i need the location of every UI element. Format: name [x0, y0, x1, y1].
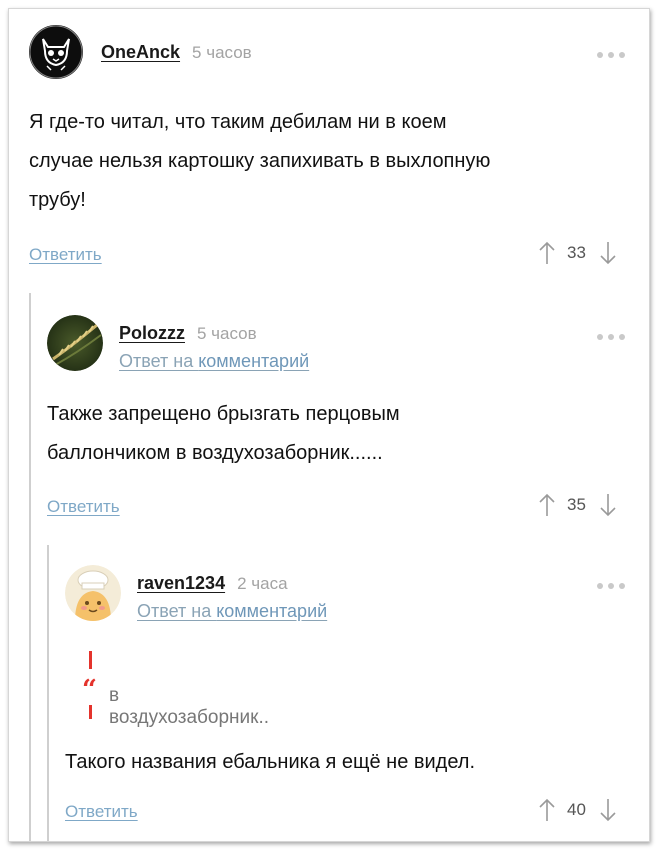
- comment-line: трубу!: [29, 189, 86, 211]
- reply-button[interactable]: Ответить: [29, 245, 102, 265]
- avatar-polozzz[interactable]: [47, 315, 103, 371]
- username[interactable]: raven1234: [137, 573, 225, 594]
- avatar-raven1234[interactable]: [65, 565, 121, 621]
- comment-text: Также запрещено брызгать перцовым баллон…: [47, 395, 400, 473]
- reply-to-target[interactable]: комментарий: [216, 601, 327, 621]
- more-options-icon[interactable]: [597, 334, 625, 340]
- comment-line: Также запрещено брызгать перцовым: [47, 403, 400, 425]
- reply-to-link[interactable]: Ответ на комментарий: [119, 351, 309, 372]
- chef-cartoon-icon: [65, 565, 121, 621]
- reply-button[interactable]: Ответить: [47, 497, 120, 517]
- downvote-arrow-icon[interactable]: [600, 798, 616, 822]
- comment-text: Я где-то читал, что таким дебилам ни в к…: [29, 103, 490, 220]
- reply-to-prefix: Ответ на: [119, 351, 199, 371]
- more-options-icon[interactable]: [597, 52, 625, 58]
- comment-line: Такого названия ебальника я ещё не видел…: [65, 751, 476, 773]
- upvote-arrow-icon[interactable]: [539, 241, 555, 265]
- timestamp: 5 часов: [197, 323, 257, 343]
- comment-line: Я где-то читал, что таким дебилам ни в к…: [29, 111, 447, 133]
- more-options-icon[interactable]: [597, 583, 625, 589]
- upvote-arrow-icon[interactable]: [539, 493, 555, 517]
- comments-panel: OneAnck 5 часов Я где-то читал, что таки…: [8, 8, 650, 842]
- comment-line: случае нельзя картошку запихивать в выхл…: [29, 150, 491, 172]
- quote-bar: [89, 651, 92, 669]
- wheat-ear-icon: [47, 315, 103, 371]
- quote-text: в воздухозаборник..: [109, 685, 270, 728]
- quote-bar: [89, 705, 92, 719]
- cat-skull-icon: [29, 25, 83, 79]
- thread-line[interactable]: [29, 293, 31, 841]
- username[interactable]: Polozzz: [119, 323, 185, 344]
- vote-score: 33: [567, 243, 586, 262]
- timestamp: 2 часа: [237, 573, 288, 593]
- reply-to-link[interactable]: Ответ на комментарий: [137, 601, 327, 622]
- upvote-arrow-icon[interactable]: [539, 798, 555, 822]
- vote-score: 40: [567, 800, 586, 819]
- username[interactable]: OneAnck: [101, 42, 180, 63]
- comment-text: Такого названия ебальника я ещё не видел…: [65, 743, 475, 782]
- downvote-arrow-icon[interactable]: [600, 493, 616, 517]
- reply-to-target[interactable]: комментарий: [198, 351, 309, 371]
- vote-score: 35: [567, 495, 586, 514]
- avatar-oneanck[interactable]: [29, 25, 83, 79]
- thread-line[interactable]: [47, 545, 49, 841]
- reply-button[interactable]: Ответить: [65, 802, 138, 822]
- timestamp: 5 часов: [192, 42, 252, 62]
- downvote-arrow-icon[interactable]: [600, 241, 616, 265]
- reply-to-prefix: Ответ на: [137, 601, 217, 621]
- quote-mark-icon: “: [82, 675, 97, 705]
- comment-line: баллончиком в воздухозаборник......: [47, 442, 383, 464]
